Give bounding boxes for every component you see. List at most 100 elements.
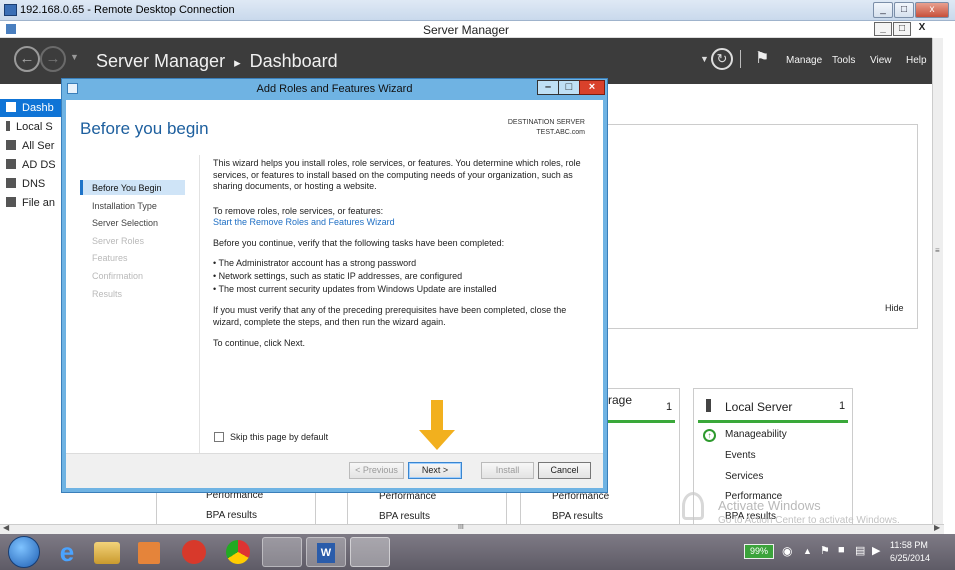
chrome-icon[interactable] [226, 540, 250, 564]
tile-local-services[interactable]: Services [725, 471, 763, 482]
sm-title-bar: Server Manager _ □ X [0, 21, 932, 38]
add-roles-wizard-dialog: Add Roles and Features Wizard – □ × Befo… [61, 78, 608, 493]
wizard-title: Add Roles and Features Wizard [256, 83, 413, 95]
wizard-nav: Before You Begin Installation Type Serve… [66, 155, 199, 455]
wizard-nav-divider [199, 155, 200, 455]
wizard-bullet-3: • The most current security updates from… [213, 284, 497, 294]
scroll-left-icon[interactable]: ◀ [3, 523, 9, 532]
tile-local-events[interactable]: Events [725, 450, 756, 461]
file-services-icon [6, 197, 16, 207]
cancel-button[interactable]: Cancel [538, 462, 591, 479]
history-dropdown-icon[interactable]: ▼ [70, 52, 79, 62]
sidebar-item-ad-ds[interactable]: AD DS [6, 159, 56, 177]
hint-arrow-shaft [431, 400, 443, 434]
wizard-page-heading: Before you begin [80, 119, 209, 138]
tile-2-bpa-results[interactable]: BPA results [379, 511, 430, 522]
skip-page-checkbox[interactable] [214, 432, 224, 442]
tile-local-manageability[interactable]: Manageability [725, 429, 787, 440]
install-button[interactable]: Install [481, 462, 534, 479]
tray-app-icon[interactable]: ◉ [782, 544, 792, 558]
file-explorer-icon[interactable] [94, 542, 120, 564]
word-letter-icon: W [317, 543, 335, 563]
previous-button[interactable]: < Previous [349, 462, 404, 479]
wizard-close-button[interactable]: × [579, 80, 605, 95]
hide-welcome-link[interactable]: Hide [885, 303, 904, 313]
sm-sidebar: Dashb Local S All Ser AD DS DNS File an [0, 84, 62, 524]
wizard-continue-text: To continue, click Next. [213, 338, 306, 348]
internet-explorer-icon[interactable]: e [50, 537, 84, 567]
sm-window-title: Server Manager [422, 23, 510, 37]
tile-storage-bpa-results[interactable]: BPA results [552, 511, 603, 522]
wizard-nav-installation-type[interactable]: Installation Type [92, 201, 157, 211]
notifications-flag-icon[interactable]: ⚑ [755, 48, 769, 68]
show-hidden-icons-icon[interactable]: ▲ [803, 546, 812, 556]
wizard-body: Before you begin DESTINATION SERVER TEST… [66, 100, 603, 488]
rdp-app-icon [4, 4, 17, 16]
action-center-flag-icon[interactable]: ⚑ [820, 544, 830, 557]
rdp-minimize-button[interactable]: _ [873, 2, 893, 18]
remove-roles-wizard-link[interactable]: Start the Remove Roles and Features Wiza… [213, 217, 593, 229]
menu-manage[interactable]: Manage [786, 55, 822, 66]
sm-restore-button[interactable]: □ [893, 22, 911, 36]
vertical-scrollbar[interactable]: ≡ [932, 38, 943, 524]
breadcrumb-separator-icon: ▸ [234, 55, 241, 70]
sidebar-item-local-server[interactable]: Local S [6, 121, 53, 139]
wizard-prereq-text: If you must verify that any of the prece… [213, 305, 567, 327]
horizontal-scrollbar[interactable]: ◀ III ▶ [0, 523, 944, 534]
dns-icon [6, 178, 16, 188]
header-divider [740, 50, 741, 68]
clock-time[interactable]: 11:58 PM [890, 540, 928, 550]
word-icon[interactable]: W [306, 537, 346, 567]
battery-indicator[interactable]: 99% [744, 544, 774, 559]
windows-taskbar: e W 99% ◉ ▲ ⚑ ■ ▤ ▶ 11:58 PM 6/25/2014 [0, 534, 955, 570]
refresh-icon[interactable]: ↻ [711, 48, 733, 70]
sidebar-item-dashboard[interactable]: Dashb [0, 99, 62, 117]
rdp-close-button[interactable]: x [915, 2, 949, 18]
app-red-circle-icon[interactable] [182, 540, 206, 564]
wizard-nav-results: Results [92, 289, 123, 299]
wizard-minimize-button[interactable]: – [537, 80, 559, 95]
skip-page-label: Skip this page by default [230, 432, 329, 442]
rdp-restore-button[interactable]: □ [894, 2, 914, 18]
hint-arrow-down-icon [419, 430, 455, 450]
sidebar-item-dns[interactable]: DNS [6, 178, 45, 196]
wizard-nav-server-selection[interactable]: Server Selection [92, 218, 158, 228]
sm-close-button[interactable]: X [913, 22, 931, 36]
server-icon [6, 121, 10, 131]
tile-storage-title[interactable]: rage [608, 393, 632, 407]
back-arrow-icon[interactable]: ← [14, 46, 40, 72]
volume-icon[interactable]: ▶ [872, 544, 880, 557]
menu-help[interactable]: Help [906, 55, 927, 66]
rdp-window-title: 192.168.0.65 - Remote Desktop Connection [20, 4, 235, 16]
sidebar-item-all-servers[interactable]: All Ser [6, 140, 54, 158]
wizard-maximize-button[interactable]: □ [558, 80, 580, 95]
refresh-dropdown-icon[interactable]: ▼ [700, 54, 709, 64]
network-icon[interactable]: ▤ [855, 544, 865, 557]
power-icon[interactable]: ■ [838, 544, 845, 556]
next-button[interactable]: Next > [408, 462, 462, 479]
wizard-nav-confirmation: Confirmation [92, 271, 144, 281]
scroll-grip-label: III [458, 524, 464, 531]
wizard-nav-features: Features [92, 253, 128, 263]
menu-view[interactable]: View [870, 55, 892, 66]
activation-key-icon [682, 492, 704, 520]
breadcrumb-app[interactable]: Server Manager [96, 51, 225, 71]
wizard-intro-text: This wizard helps you install roles, rol… [213, 158, 581, 191]
remote-desktop-icon[interactable] [350, 537, 390, 567]
sidebar-item-file-services[interactable]: File an [6, 197, 55, 215]
sm-minimize-button[interactable]: _ [874, 22, 892, 36]
destination-server-label: DESTINATION SERVER [507, 119, 585, 126]
scroll-grip-icon: ≡ [935, 246, 940, 255]
scroll-right-icon[interactable]: ▶ [934, 523, 940, 532]
menu-tools[interactable]: Tools [832, 55, 855, 66]
wizard-footer: < Previous Next > Install Cancel [66, 453, 603, 488]
sticky-notes-icon[interactable] [262, 537, 302, 567]
wizard-nav-before-you-begin[interactable]: Before You Begin [92, 183, 162, 193]
clock-date[interactable]: 6/25/2014 [890, 553, 930, 563]
tile-local-server-status-bar [698, 420, 848, 423]
tile-1-bpa-results[interactable]: BPA results [206, 510, 257, 521]
tile-local-server-title[interactable]: Local Server [725, 400, 792, 414]
start-button-icon[interactable] [8, 536, 40, 568]
forward-arrow-icon[interactable]: → [40, 46, 66, 72]
media-player-icon[interactable] [138, 542, 160, 564]
